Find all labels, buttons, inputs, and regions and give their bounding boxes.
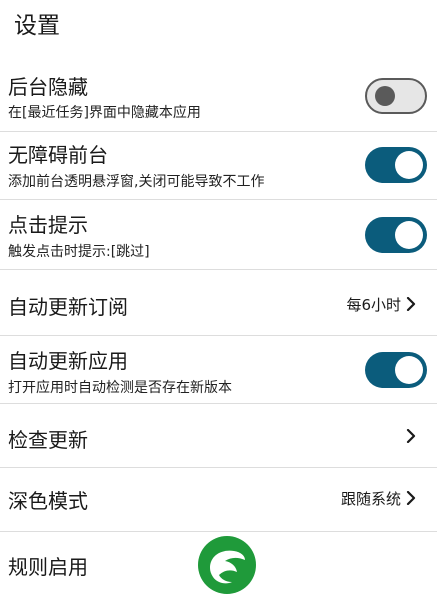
auto-update-app-toggle[interactable] bbox=[365, 352, 427, 388]
setting-row-hide-background[interactable]: 后台隐藏 在[最近任务]界面中隐藏本应用 bbox=[0, 66, 437, 132]
accessibility-foreground-toggle[interactable] bbox=[365, 147, 427, 183]
setting-row-auto-update-app[interactable]: 自动更新应用 打开应用时自动检测是否存在新版本 bbox=[0, 336, 437, 404]
toggle-knob bbox=[375, 86, 395, 106]
setting-title: 自动更新应用 bbox=[8, 349, 128, 373]
setting-title: 后台隐藏 bbox=[8, 75, 88, 99]
setting-subtitle: 打开应用时自动检测是否存在新版本 bbox=[8, 380, 232, 396]
setting-subtitle: 添加前台透明悬浮窗,关闭可能导致不工作 bbox=[8, 174, 265, 190]
setting-title: 点击提示 bbox=[8, 213, 88, 237]
setting-row-click-hint[interactable]: 点击提示 触发点击时提示:[跳过] bbox=[0, 200, 437, 270]
hide-background-toggle[interactable] bbox=[365, 78, 427, 114]
setting-title: 规则启用 bbox=[8, 555, 88, 579]
page-title: 设置 bbox=[14, 13, 60, 39]
toggle-knob bbox=[395, 151, 423, 179]
leaf-logo-icon bbox=[187, 532, 267, 598]
setting-title: 检查更新 bbox=[8, 428, 88, 452]
toggle-knob bbox=[395, 221, 423, 249]
toggle-knob bbox=[395, 356, 423, 384]
setting-row-auto-update-subscription[interactable]: 自动更新订阅 每6小时 bbox=[0, 270, 437, 336]
setting-row-accessibility-foreground[interactable]: 无障碍前台 添加前台透明悬浮窗,关闭可能导致不工作 bbox=[0, 132, 437, 200]
setting-row-dark-mode[interactable]: 深色模式 跟随系统 bbox=[0, 468, 437, 532]
click-hint-toggle[interactable] bbox=[365, 217, 427, 253]
setting-value: 每6小时 bbox=[346, 296, 401, 314]
chevron-right-icon bbox=[406, 429, 416, 443]
setting-row-check-update[interactable]: 检查更新 bbox=[0, 404, 437, 468]
chevron-right-icon bbox=[406, 297, 416, 311]
setting-value: 跟随系统 bbox=[340, 490, 401, 508]
setting-title: 自动更新订阅 bbox=[8, 295, 128, 319]
setting-title: 无障碍前台 bbox=[8, 143, 108, 167]
setting-subtitle: 在[最近任务]界面中隐藏本应用 bbox=[8, 105, 201, 121]
setting-subtitle: 触发点击时提示:[跳过] bbox=[8, 244, 150, 260]
setting-title: 深色模式 bbox=[8, 489, 88, 513]
chevron-right-icon bbox=[406, 491, 416, 505]
